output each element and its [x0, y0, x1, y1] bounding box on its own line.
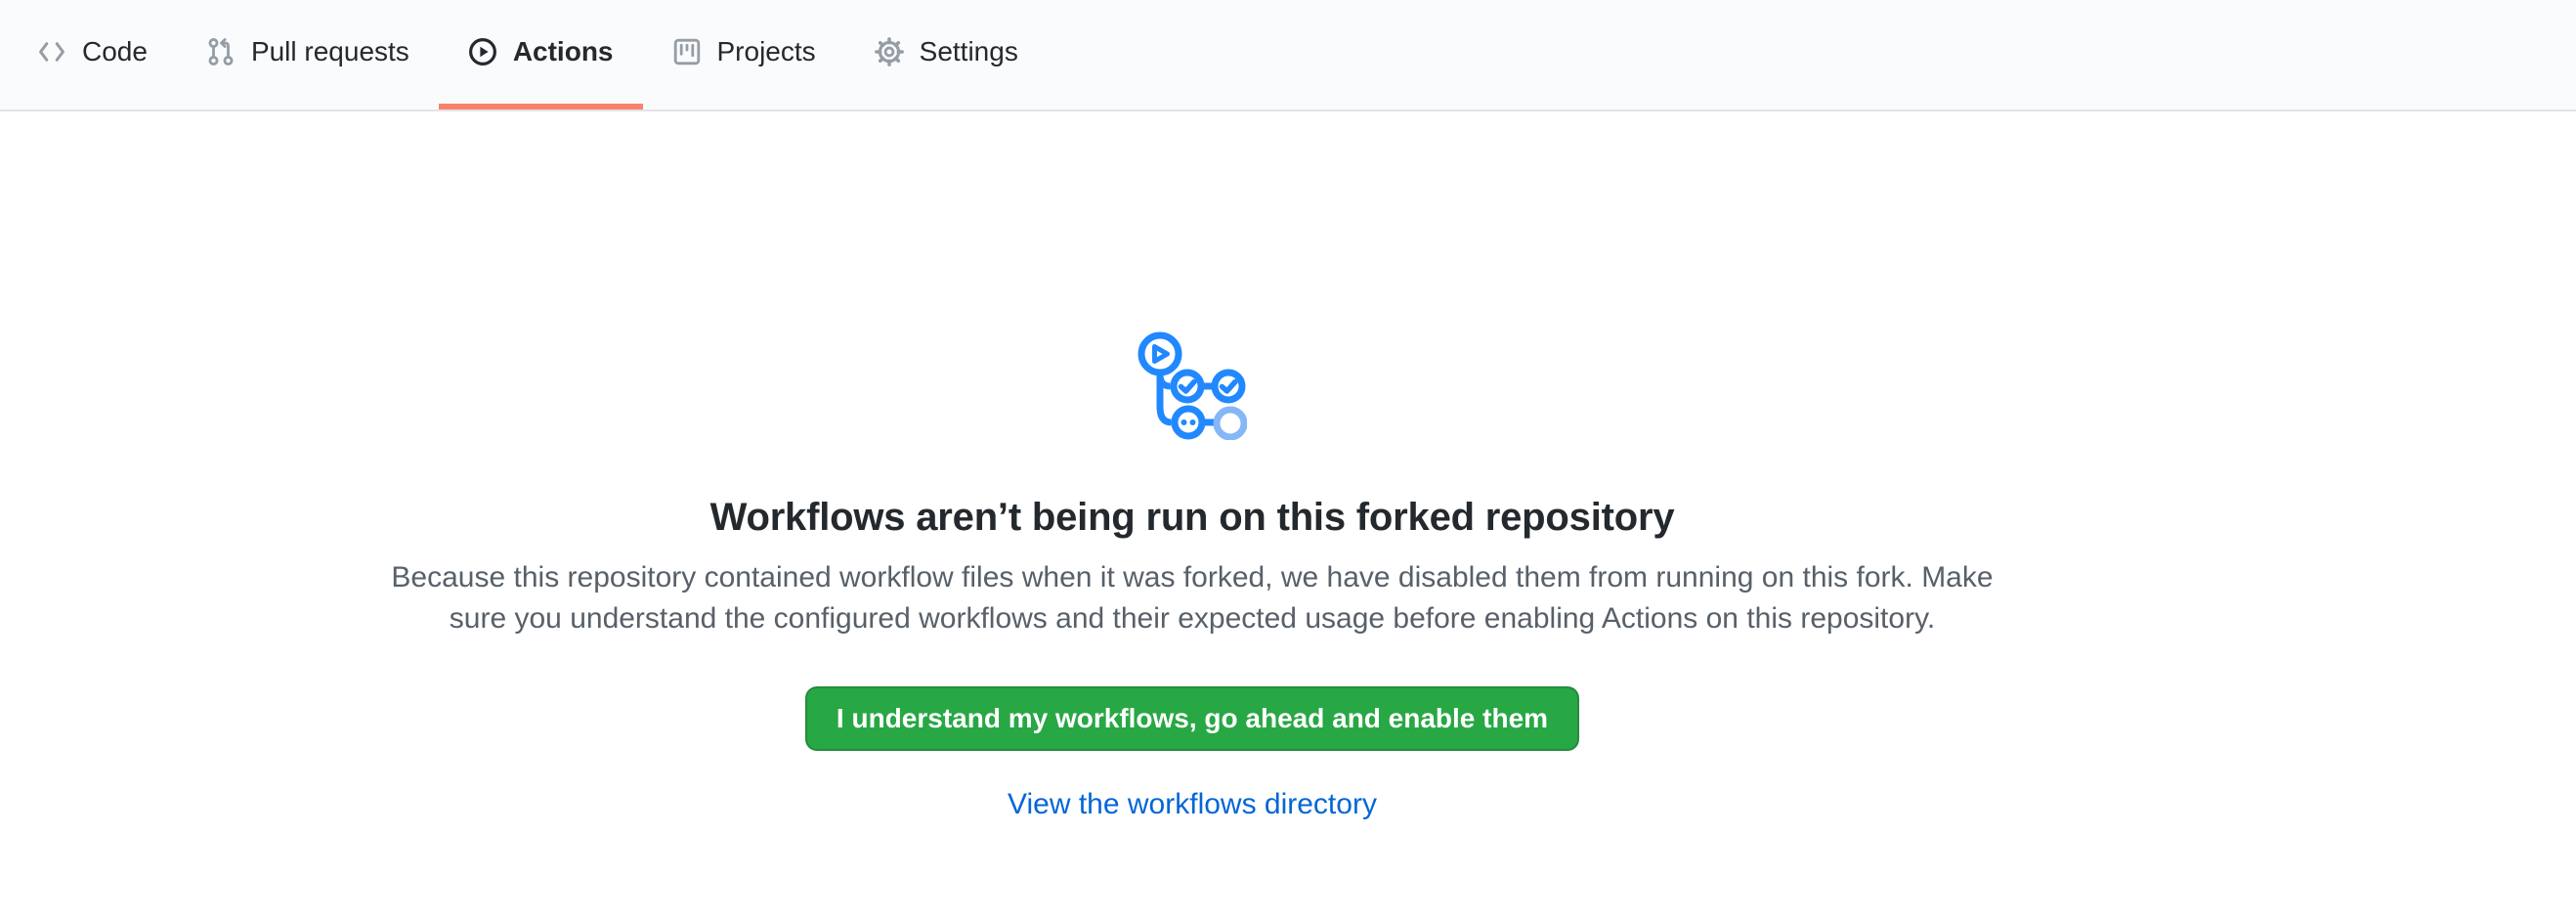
gear-icon: [875, 37, 904, 66]
tab-settings[interactable]: Settings: [845, 0, 1048, 110]
view-workflows-link[interactable]: View the workflows directory: [1008, 788, 1377, 820]
code-icon: [37, 37, 66, 66]
play-circle-icon: [468, 37, 497, 66]
tab-actions[interactable]: Actions: [439, 0, 643, 110]
actions-disabled-blankslate: Workflows aren’t being run on this forke…: [0, 111, 2384, 821]
git-pull-request-icon: [206, 37, 236, 66]
blankslate-description: Because this repository contained workfl…: [391, 557, 1994, 639]
project-board-icon: [672, 37, 702, 66]
tab-label: Actions: [513, 36, 614, 67]
tab-label: Projects: [717, 36, 816, 67]
tab-code[interactable]: Code: [8, 0, 177, 110]
repo-tab-nav: Code Pull requests Actions: [0, 0, 2576, 111]
enable-workflows-button[interactable]: I understand my workflows, go ahead and …: [805, 686, 1579, 751]
tab-projects[interactable]: Projects: [643, 0, 845, 110]
blankslate-title: Workflows aren’t being run on this forke…: [0, 496, 2384, 540]
tab-label: Settings: [920, 36, 1018, 67]
workflow-graph-icon: [1138, 329, 1247, 445]
tab-pull-requests[interactable]: Pull requests: [177, 0, 439, 110]
tab-label: Code: [82, 36, 148, 67]
tab-label: Pull requests: [251, 36, 409, 67]
